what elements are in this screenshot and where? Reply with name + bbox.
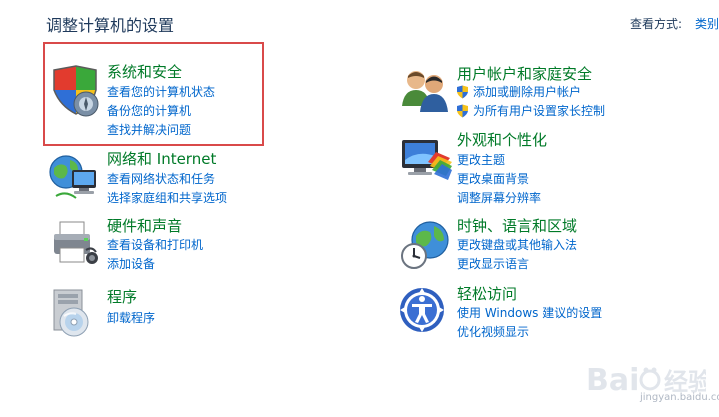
shield-icon[interactable] — [46, 62, 102, 118]
link-screen-resolution[interactable]: 调整屏幕分辨率 — [457, 190, 541, 206]
system-security-title[interactable]: 系统和安全 — [107, 63, 182, 81]
link-backup-computer[interactable]: 备份您的计算机 — [107, 103, 191, 119]
link-devices-printers[interactable]: 查看设备和打印机 — [107, 237, 203, 253]
programs-title[interactable]: 程序 — [107, 288, 137, 306]
uac-shield-icon — [456, 85, 469, 99]
ease-access-title[interactable]: 轻松访问 — [457, 285, 517, 303]
link-optimize-display[interactable]: 优化视频显示 — [457, 324, 529, 340]
link-add-device[interactable]: 添加设备 — [107, 256, 155, 272]
view-by-label: 查看方式: — [630, 17, 683, 31]
control-panel-window: 调整计算机的设置 查看方式: 类别 系统和安全 查看您的计算机状态 备份您的计算… — [0, 0, 719, 417]
link-change-background[interactable]: 更改桌面背景 — [457, 171, 529, 187]
link-homegroup-sharing[interactable]: 选择家庭组和共享选项 — [107, 190, 227, 206]
link-change-keyboard[interactable]: 更改键盘或其他输入法 — [457, 237, 577, 253]
view-by-dropdown[interactable]: 类别 — [695, 15, 719, 32]
link-parental-controls[interactable]: 为所有用户设置家长控制 — [473, 103, 605, 119]
clock-region-title[interactable]: 时钟、语言和区域 — [457, 217, 577, 235]
link-view-computer-status[interactable]: 查看您的计算机状态 — [107, 84, 215, 100]
link-add-remove-accounts[interactable]: 添加或删除用户帐户 — [473, 84, 581, 100]
ease-of-access-icon[interactable] — [398, 284, 454, 340]
link-troubleshoot[interactable]: 查找并解决问题 — [107, 122, 191, 138]
svg-text:Bai: Bai — [586, 363, 639, 398]
network-internet-title[interactable]: 网络和 Internet — [107, 150, 216, 168]
page-title: 调整计算机的设置 — [46, 16, 175, 35]
appearance-title[interactable]: 外观和个性化 — [457, 131, 547, 149]
users-icon[interactable] — [398, 64, 454, 120]
hardware-sound-title[interactable]: 硬件和声音 — [107, 217, 182, 235]
link-change-theme[interactable]: 更改主题 — [457, 152, 505, 168]
monitor-palette-icon[interactable] — [398, 132, 454, 188]
link-windows-recommended-settings[interactable]: 使用 Windows 建议的设置 — [457, 305, 602, 321]
link-change-display-language[interactable]: 更改显示语言 — [457, 256, 529, 272]
clock-globe-icon[interactable] — [398, 216, 454, 272]
network-globe-icon[interactable] — [46, 150, 102, 206]
printer-icon[interactable] — [46, 216, 102, 272]
user-accounts-title[interactable]: 用户帐户和家庭安全 — [457, 65, 592, 83]
link-network-status[interactable]: 查看网络状态和任务 — [107, 171, 215, 187]
link-uninstall-program[interactable]: 卸载程序 — [107, 310, 155, 326]
watermark-url: jingyan.baidu.com — [640, 392, 719, 403]
programs-disc-icon[interactable] — [46, 286, 102, 342]
uac-shield-icon — [456, 104, 469, 118]
